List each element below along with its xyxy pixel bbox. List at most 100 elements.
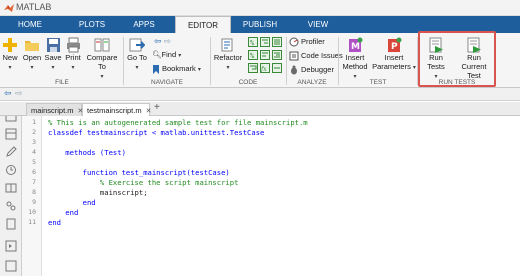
tab-view[interactable]: VIEW: [292, 16, 344, 33]
code-line-7: % Exercise the script mainscript: [48, 178, 239, 187]
back-arrow-icon[interactable]: ⇦: [154, 36, 162, 46]
code-group-label: CODE: [238, 79, 258, 86]
file-browser-icon[interactable]: [5, 218, 17, 230]
code-editor[interactable]: % This is an autogenerated sample test f…: [43, 116, 520, 276]
chevron-down-icon: ▾: [412, 65, 416, 71]
add-tab-button[interactable]: +: [154, 102, 160, 113]
title-bar: MATLAB: [0, 0, 520, 16]
magnifier-icon: 🔍︎: [152, 50, 162, 59]
group-separator: [286, 37, 287, 85]
chevron-down-icon: ▾: [71, 65, 75, 71]
insert-method-label-2: Method: [342, 62, 368, 71]
line-number: 3: [32, 138, 36, 146]
find-button[interactable]: 🔍︎Find ▾: [152, 50, 181, 61]
analyze-group-label: ANALYZE: [297, 79, 327, 86]
profiler-button[interactable]: Profiler: [289, 37, 325, 47]
code-line-9: end: [48, 198, 96, 207]
variables-icon[interactable]: [5, 182, 17, 194]
tab-editor[interactable]: EDITOR: [175, 16, 231, 33]
save-disk-icon: [46, 38, 60, 52]
insert-method-label-1: Insert: [345, 53, 365, 62]
save-button[interactable]: Save ▾: [44, 37, 62, 73]
svg-text:fx: fx: [260, 66, 267, 73]
compare-icon: [94, 38, 110, 52]
line-number: 4: [32, 148, 36, 156]
print-label: Print: [65, 53, 81, 62]
smart-indent-icon[interactable]: [272, 37, 282, 47]
code-line-8: mainscript;: [48, 188, 148, 197]
insert-parameters-label-2: Parameters: [372, 62, 411, 71]
bookmark-button[interactable]: Bookmark ▾: [152, 64, 201, 75]
insert-method-icon: M: [349, 37, 363, 52]
tab-plots[interactable]: PLOTS: [72, 16, 112, 33]
compare-to-button[interactable]: Compare To ▾: [84, 37, 120, 82]
chevron-down-icon: ▾: [135, 65, 139, 71]
line-number: 8: [32, 188, 36, 196]
chevron-down-icon: ▾: [197, 67, 201, 73]
debugger-label: Debugger: [301, 65, 334, 74]
bookmark-label: Bookmark: [162, 64, 196, 73]
insert-method-button[interactable]: M Insert Method ▾: [340, 37, 370, 82]
panel-toggle-icon[interactable]: [5, 240, 17, 252]
window-title: MATLAB: [16, 2, 52, 12]
open-button[interactable]: Open ▾: [22, 37, 42, 73]
code-tools-grid: % % fx: [248, 37, 284, 75]
close-tab-icon[interactable]: ✕: [146, 108, 152, 115]
increase-indent-icon[interactable]: [272, 50, 282, 60]
navigate-group-label: NAVIGATE: [151, 79, 183, 86]
insert-parameters-button[interactable]: P Insert Parameters ▾: [372, 37, 416, 73]
code-line-6: function test_mainscript(testCase): [48, 168, 230, 177]
editor-tab-mainscript[interactable]: mainscript.m ✕: [26, 103, 83, 116]
debugger-button[interactable]: Debugger: [289, 65, 334, 75]
indent-icon[interactable]: [260, 37, 270, 47]
forward-arrow-icon[interactable]: ⇨: [164, 36, 172, 46]
go-to-label: Go To: [127, 53, 147, 62]
insert-parameters-label-1: Insert: [384, 53, 404, 62]
open-label: Open: [22, 53, 42, 62]
code-issues-icon: [289, 51, 299, 61]
find-label: Find: [161, 50, 177, 59]
new-button[interactable]: New ▾: [2, 37, 18, 73]
back-icon[interactable]: ⇦: [4, 88, 12, 99]
line-number: 11: [28, 218, 36, 226]
back-forward-controls[interactable]: ⇦ ⇨: [154, 36, 171, 47]
insert-parameters-icon: P: [388, 37, 402, 52]
group-separator: [338, 37, 339, 85]
code-line-10: end: [48, 208, 79, 217]
editor-icon[interactable]: [5, 146, 17, 158]
go-to-button[interactable]: Go To ▾: [126, 37, 148, 73]
editor-tab-label: mainscript.m: [31, 106, 74, 115]
collapse-icon[interactable]: [272, 63, 282, 73]
refactor-icon: [221, 38, 233, 52]
svg-text:P: P: [391, 42, 398, 52]
tab-publish[interactable]: PUBLISH: [236, 16, 284, 33]
refactor-button[interactable]: Refactor ▾: [213, 37, 243, 73]
code-line-1: % This is an autogenerated sample test f…: [48, 118, 308, 127]
forward-icon[interactable]: ⇨: [15, 88, 23, 99]
tab-home[interactable]: HOME: [8, 16, 52, 33]
group-separator: [123, 37, 124, 85]
comment-icon[interactable]: %: [248, 37, 258, 47]
decrease-indent-icon[interactable]: [260, 50, 270, 60]
run-tests-highlight: [418, 31, 496, 87]
layout-icon[interactable]: [5, 260, 17, 272]
editor-tab-testmainscript[interactable]: testmainscript.m ✕: [82, 103, 152, 116]
fx-icon[interactable]: fx: [260, 63, 270, 73]
line-number-gutter: 1 2 3 4 5 6 7 8 9 10 11: [22, 116, 42, 276]
refactor-label: Refactor: [213, 53, 243, 62]
line-number: 7: [32, 178, 36, 186]
workspace-icon[interactable]: [5, 128, 17, 140]
uncomment-icon[interactable]: %: [248, 50, 258, 60]
tab-apps[interactable]: APPS: [124, 16, 164, 33]
chevron-down-icon: ▾: [226, 65, 230, 71]
wrap-comments-icon[interactable]: [248, 63, 258, 73]
chevron-down-icon: ▾: [8, 65, 12, 71]
code-issues-button[interactable]: Code Issues: [289, 51, 343, 61]
command-history-icon[interactable]: [5, 164, 17, 176]
project-icon[interactable]: [5, 200, 17, 212]
editor-tab-strip: mainscript.m ✕ testmainscript.m ✕ +: [0, 102, 520, 116]
profiler-label: Profiler: [301, 37, 325, 46]
print-button[interactable]: Print ▾: [64, 37, 82, 73]
debugger-bug-icon: [291, 65, 297, 75]
folder-icon: [25, 41, 39, 51]
